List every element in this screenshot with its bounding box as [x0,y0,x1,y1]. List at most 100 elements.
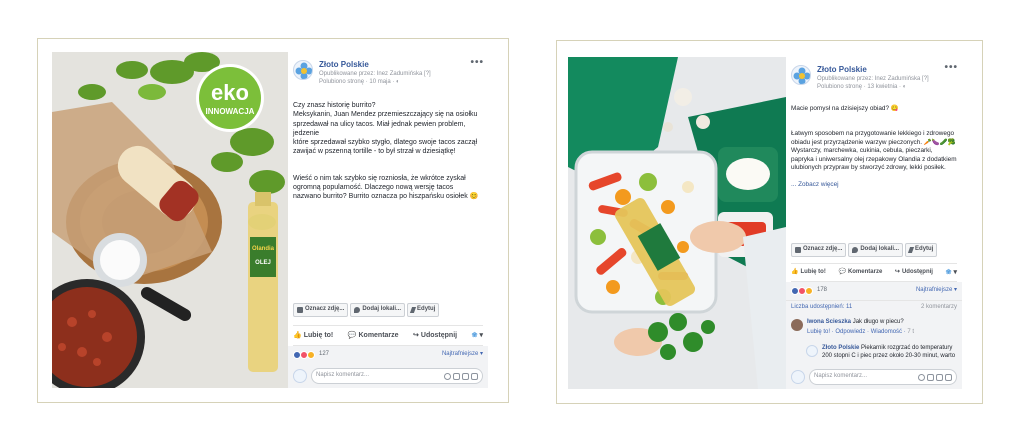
flower-logo-icon [295,62,312,79]
gif-icon[interactable] [462,372,469,380]
bottle-kind: OLEJ [255,260,271,266]
published-by: Opublikowane przez: Inez Zadumińska [?] [817,76,929,82]
see-more-link[interactable]: ... Zobacz więcej [791,181,839,188]
add-location-label: Dodaj lokali... [362,305,402,312]
page-name-link[interactable]: Złoto Polskie [319,60,369,71]
liked-date-text: Polubiono stronę · 10 maja · [319,79,397,85]
share-button[interactable]: ↪ Udostępnij [413,331,457,340]
gif-icon[interactable] [936,373,943,381]
page-avatar[interactable] [791,65,811,85]
reaction-count: 127 [319,351,330,358]
edit-label: Edytuj [915,246,934,253]
tag-photo-button[interactable]: Oznacz zdję... [791,243,847,258]
composer-tools [918,373,952,381]
share-icon: ↪ [894,268,900,275]
page-name-link[interactable]: Złoto Polskie [817,65,867,76]
comment-button[interactable]: 💬 Komentarze [348,331,399,340]
comment-time[interactable]: 7 t [907,329,914,335]
share-label: Udostępnij [420,331,458,339]
comment-label: Komentarze [847,268,883,275]
post-paragraph: Łatwym sposobem na przygotowanie lekkieg… [791,130,957,172]
audience-selector[interactable]: ❀ ▾ [946,268,957,277]
replier-avatar[interactable] [806,345,818,357]
globe-icon: ◐ [396,79,400,85]
comment-author-link[interactable]: Iwona Scieszka [807,319,851,325]
share-label: Udostępnij [901,268,933,275]
comment-input[interactable]: Napisz komentarz... [311,368,483,384]
comment-composer: Napisz komentarz... [786,365,962,389]
thumbs-up-icon: 👍 [791,268,799,275]
post-body: Czy znasz historię burrito? Meksykanin, … [288,92,488,219]
post-photo-burrito[interactable]: eko INNOWACJA Olandia OLEJ [52,52,288,388]
post-timestamp[interactable]: Polubiono stronę · 13 kwietnia · ◐ [817,84,906,92]
like-button[interactable]: 👍 Lubię to! [293,331,333,340]
thumbs-up-icon: 👍 [293,331,302,339]
sticker-icon[interactable] [945,373,952,381]
composer-avatar [791,370,805,384]
comment-sort-dropdown[interactable]: Najtrafniejsze ▾ [916,287,957,295]
post-paragraph: Wieść o nim tak szybko się rozniosła, że… [293,174,479,201]
post-body: Macie pomysł na dzisiejszy obiad? 😋 Łatw… [786,97,962,190]
like-button[interactable]: 👍 Lubię to! [791,269,826,277]
shares-count-link[interactable]: Liczba udostępnień: 11 [791,304,852,312]
share-button[interactable]: ↪ Udostępnij [895,269,933,277]
reply-author-link[interactable]: Złoto Polskie [822,345,859,351]
chevron-down-icon: ▾ [479,331,483,339]
comment-action-links[interactable]: Lubię to! · Odpowiedz · Wiadomość · [807,329,907,335]
add-location-button[interactable]: Dodaj lokali... [350,302,406,317]
comment-content: Iwona Scieszka Jak długo w piecu? Lubię … [807,319,914,337]
page-avatar-small-icon: ❀ [945,269,952,277]
published-by: Opublikowane przez: Inez Zadumińska [?] [319,71,431,77]
comment-button[interactable]: 💬 Komentarze [838,269,882,277]
comment-composer: Napisz komentarz... [288,364,488,388]
edit-button[interactable]: Edytuj [905,243,938,258]
sticker-icon[interactable] [471,372,478,380]
comment-input[interactable]: Napisz komentarz... [809,369,957,385]
reactions-count-link[interactable]: 178 [791,287,827,296]
commenter-avatar[interactable] [791,319,803,332]
post-actions: 👍 Lubię to! 💬 Komentarze ↪ Udostępnij ❀ ▾ [791,263,957,283]
globe-icon: ◐ [902,84,907,90]
edit-button[interactable]: Edytuj [407,302,440,317]
camera-icon[interactable] [453,372,460,380]
shares-summary: Liczba udostępnień: 11 2 komentarzy [786,300,962,316]
eko-badge-caption: INNOWACJA [206,107,255,116]
pencil-icon [409,306,417,313]
add-location-button[interactable]: Dodaj lokali... [848,243,904,258]
page-avatar[interactable] [293,60,313,80]
location-pin-icon [354,306,361,313]
post-card-2: Złoto Polskie Opublikowane przez: Inez Z… [556,40,983,404]
reactions-count-link[interactable]: 127 [293,351,329,359]
post-panel-1: Złoto Polskie Opublikowane przez: Inez Z… [288,52,488,388]
comment-sort-dropdown[interactable]: Najtrafniejsze ▾ [442,351,483,359]
pencil-icon [907,247,915,254]
comment-item: Iwona Scieszka Jak długo w piecu? Lubię … [786,315,962,341]
tag-photo-label: Oznacz zdję... [803,246,843,253]
flower-logo-icon [793,67,810,84]
composer-avatar [293,369,307,383]
post-timestamp[interactable]: Polubiono stronę · 10 maja · ◐ [319,79,400,87]
camera-icon[interactable] [927,373,934,381]
more-options-icon[interactable]: ••• [944,61,958,74]
more-options-icon[interactable]: ••• [470,56,484,69]
post-footer: Oznacz zdję... Dodaj lokali... Edytuj 👍 L… [786,237,962,389]
comments-count[interactable]: 2 komentarzy [921,304,957,312]
bottle-brand: Olandia [252,246,275,252]
haha-reaction-icon [307,351,315,359]
chevron-down-icon: ▾ [953,269,957,277]
comment-label: Komentarze [358,331,399,339]
edit-label: Edytuj [417,305,436,312]
tag-icon [297,306,303,313]
reply-content: Złoto Polskie Piekarnik rozgrzać do temp… [822,345,957,361]
tag-photo-button[interactable]: Oznacz zdję... [293,302,349,317]
emoji-icon[interactable] [918,373,925,381]
like-label: Lubię to! [800,268,826,275]
post-photo-vegetables[interactable] [568,57,786,389]
audience-selector[interactable]: ❀ ▾ [472,331,483,340]
reactions-summary: 178 Najtrafniejsze ▾ [786,282,962,301]
location-pin-icon [852,247,859,254]
emoji-icon[interactable] [444,372,451,380]
post-actions: 👍 Lubię to! 💬 Komentarze ↪ Udostępnij ❀ ▾ [293,324,483,346]
photo-tag-bar: Oznacz zdję... Dodaj lokali... Edytuj [791,243,957,258]
comment-placeholder: Napisz komentarz... [814,373,868,380]
